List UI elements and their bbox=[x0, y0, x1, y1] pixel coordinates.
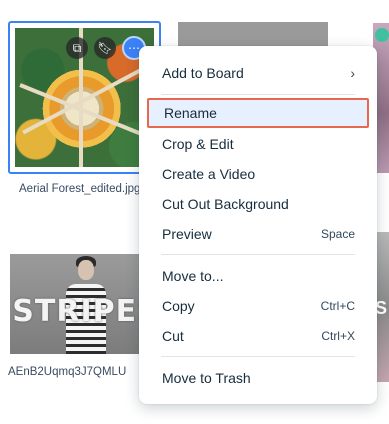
media-thumbnail-placeholder[interactable] bbox=[178, 22, 328, 46]
thumbnail-actions: ⧉ 🔖︎ ⋯ bbox=[66, 36, 146, 60]
menu-item-create-video[interactable]: Create a Video bbox=[139, 159, 377, 189]
shortcut-label: Ctrl+X bbox=[321, 329, 355, 343]
shortcut-label: Space bbox=[320, 227, 355, 241]
menu-item-copy[interactable]: Copy Ctrl+C bbox=[139, 291, 377, 321]
image-overlay-text: STRIPES bbox=[12, 294, 160, 329]
context-menu: Add to Board › Rename Crop & Edit Create… bbox=[139, 46, 377, 404]
media-caption: AEnB2Uqmq3J7QMLU bbox=[8, 366, 127, 378]
menu-item-cut[interactable]: Cut Ctrl+X bbox=[139, 321, 377, 351]
shortcut-label: Ctrl+C bbox=[320, 299, 355, 313]
media-caption: Aerial Forest_edited.jpg bbox=[19, 183, 141, 195]
chevron-right-icon: › bbox=[350, 65, 355, 81]
menu-item-preview[interactable]: Preview Space bbox=[139, 219, 377, 249]
menu-item-move-to[interactable]: Move to... bbox=[139, 261, 377, 291]
menu-item-crop-edit[interactable]: Crop & Edit bbox=[139, 129, 377, 159]
menu-divider bbox=[161, 356, 355, 357]
menu-item-add-to-board[interactable]: Add to Board › bbox=[139, 58, 377, 88]
status-badge bbox=[375, 28, 389, 42]
bookmark-icon[interactable]: 🔖︎ bbox=[94, 37, 116, 59]
menu-item-cut-out-background[interactable]: Cut Out Background bbox=[139, 189, 377, 219]
menu-divider bbox=[161, 254, 355, 255]
menu-divider bbox=[161, 94, 355, 95]
copy-icon[interactable]: ⧉ bbox=[66, 37, 88, 59]
menu-item-move-to-trash[interactable]: Move to Trash bbox=[139, 363, 377, 393]
menu-item-rename[interactable]: Rename bbox=[147, 98, 369, 128]
